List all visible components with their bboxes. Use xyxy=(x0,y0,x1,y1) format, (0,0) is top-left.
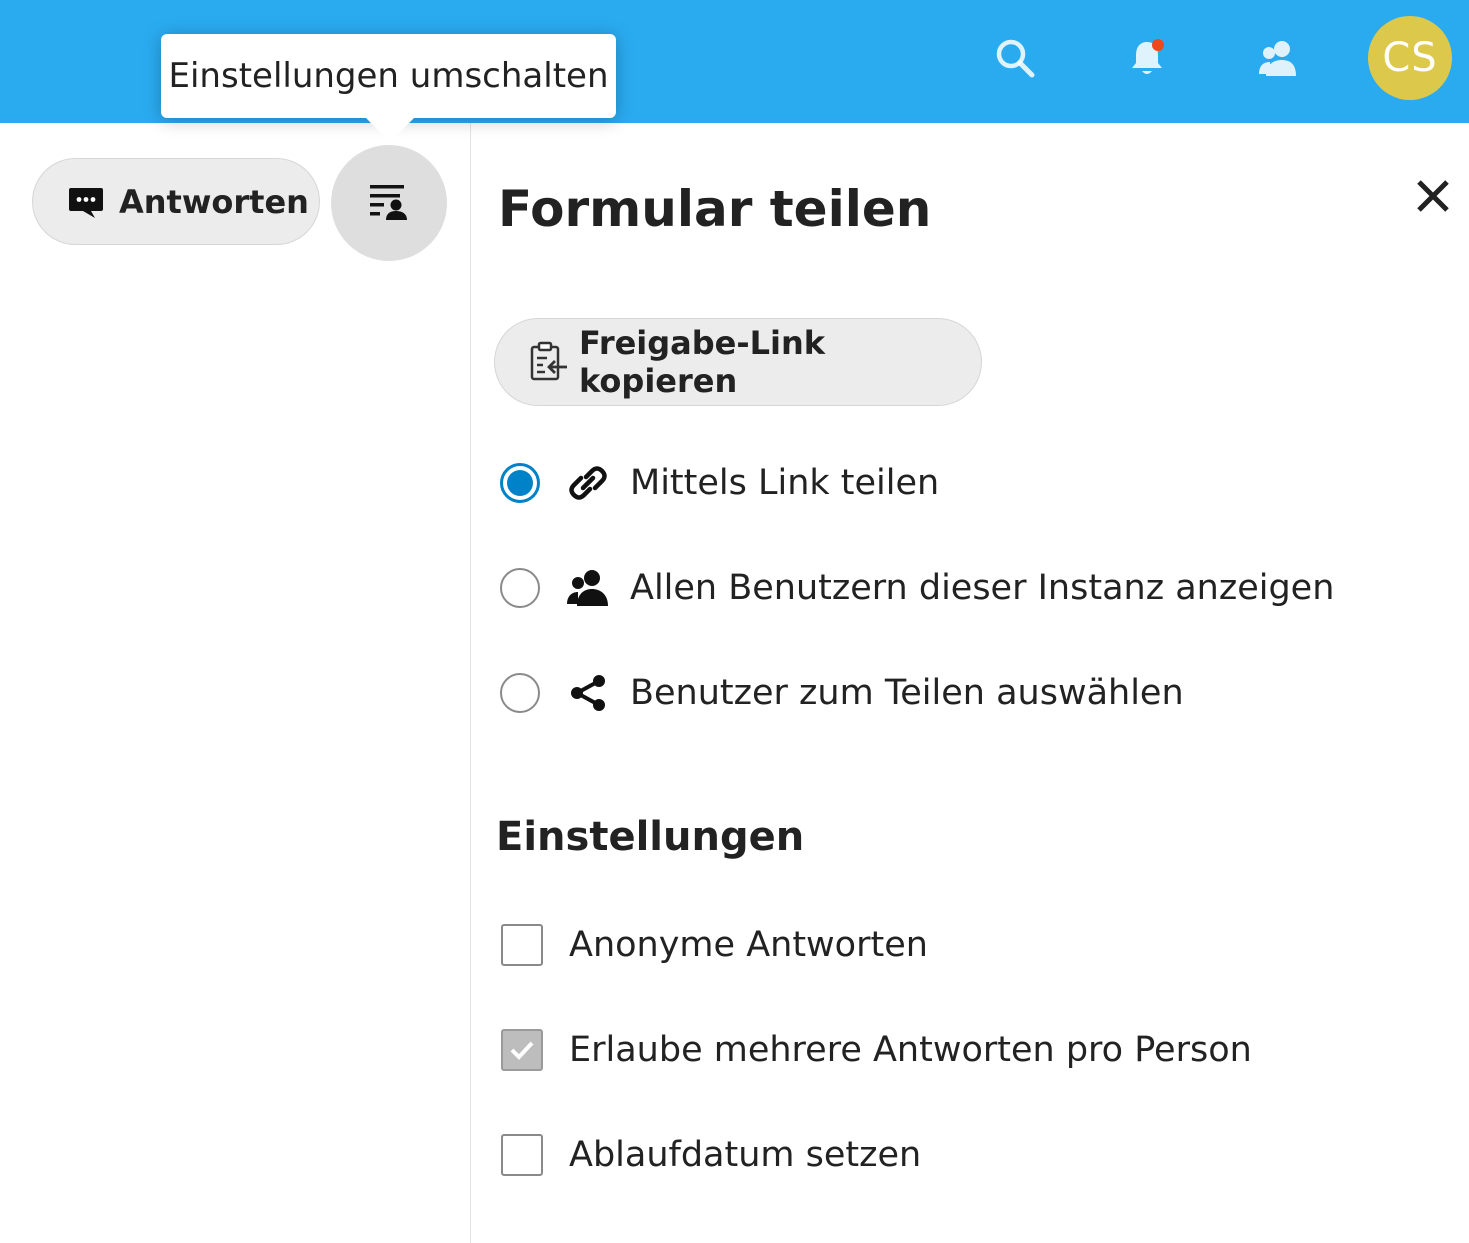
settings-share-icon xyxy=(367,179,411,227)
sidebar-divider xyxy=(470,123,471,1243)
radio-button[interactable] xyxy=(500,568,540,608)
close-icon xyxy=(1415,178,1451,218)
copy-share-link-label: Freigabe-Link kopieren xyxy=(579,324,826,400)
tooltip-text: Einstellungen umschalten xyxy=(168,56,609,96)
share-option-label: Benutzer zum Teilen auswählen xyxy=(630,673,1184,713)
copy-share-link-button[interactable]: Freigabe-Link kopieren xyxy=(494,318,982,406)
message-icon xyxy=(67,183,105,221)
settings-section-title: Einstellungen xyxy=(496,814,805,860)
contacts-icon[interactable] xyxy=(1250,30,1306,86)
responses-button[interactable]: Antworten xyxy=(32,158,320,245)
sidebar-title: Formular teilen xyxy=(498,180,932,238)
setting-multiple-responses[interactable]: Erlaube mehrere Antworten pro Person xyxy=(501,1025,1252,1075)
setting-expiration-date[interactable]: Ablaufdatum setzen xyxy=(501,1130,921,1180)
setting-anonymous-responses[interactable]: Anonyme Antworten xyxy=(501,920,928,970)
clipboard-icon xyxy=(527,341,569,383)
radio-button[interactable] xyxy=(500,463,540,503)
radio-button[interactable] xyxy=(500,673,540,713)
checkbox[interactable] xyxy=(501,1134,543,1176)
setting-label: Erlaube mehrere Antworten pro Person xyxy=(569,1030,1252,1070)
share-option-instance[interactable]: Allen Benutzern dieser Instanz anzeigen xyxy=(500,563,1334,613)
responses-button-label: Antworten xyxy=(119,182,309,221)
setting-label: Ablaufdatum setzen xyxy=(569,1135,922,1175)
checkbox[interactable] xyxy=(501,1029,543,1071)
notification-dot xyxy=(1152,39,1164,51)
checkmark-icon xyxy=(510,1041,534,1060)
share-option-label: Mittels Link teilen xyxy=(630,463,940,503)
setting-label: Anonyme Antworten xyxy=(569,925,928,965)
checkbox[interactable] xyxy=(501,924,543,966)
share-icon xyxy=(566,671,610,715)
share-option-select-users[interactable]: Benutzer zum Teilen auswählen xyxy=(500,668,1184,718)
search-icon[interactable] xyxy=(987,30,1043,86)
close-sidebar-button[interactable] xyxy=(1410,175,1456,221)
toggle-settings-button[interactable] xyxy=(331,145,447,261)
share-option-link[interactable]: Mittels Link teilen xyxy=(500,458,939,508)
notifications-icon[interactable] xyxy=(1119,30,1175,86)
link-icon xyxy=(566,461,610,505)
avatar[interactable]: CS xyxy=(1368,16,1452,100)
users-icon xyxy=(566,566,610,610)
tooltip: Einstellungen umschalten xyxy=(161,34,616,142)
share-option-label: Allen Benutzern dieser Instanz anzeigen xyxy=(630,568,1335,608)
